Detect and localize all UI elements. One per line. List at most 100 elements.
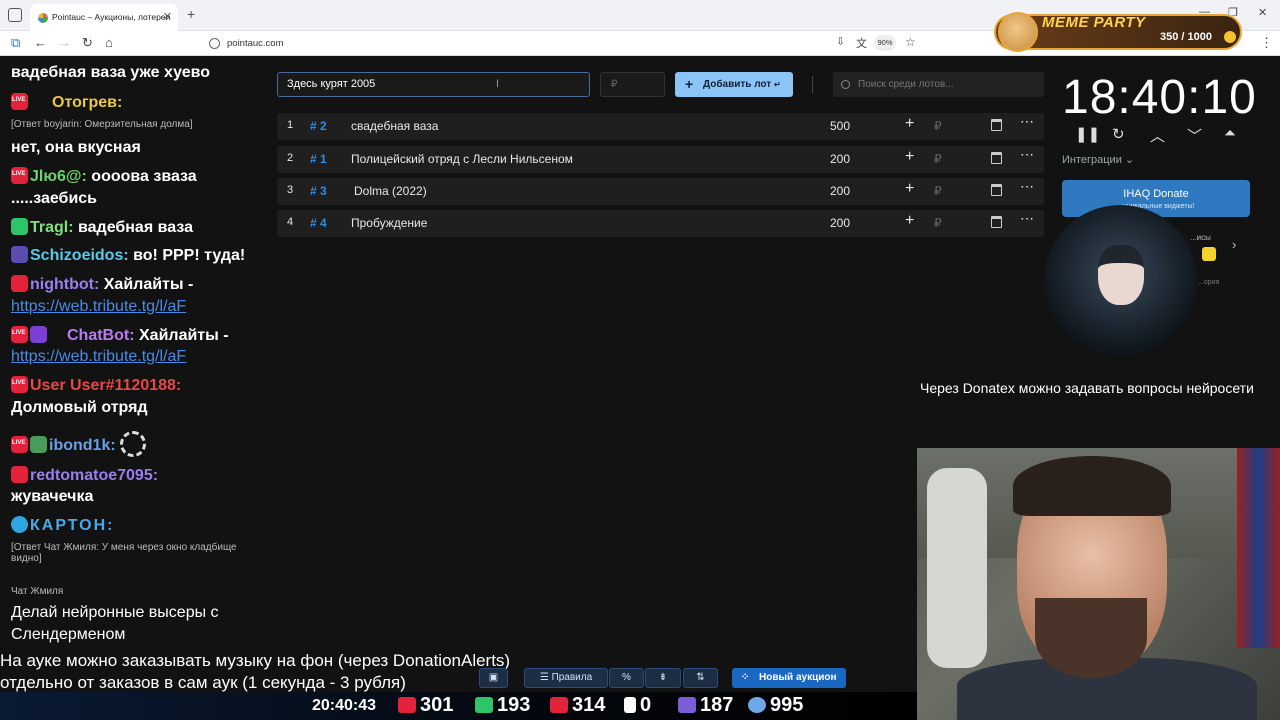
more-icon[interactable]: ⋯ <box>1020 146 1034 163</box>
close-window-icon[interactable]: ✕ <box>1258 6 1267 19</box>
chat-reply: [Ответ Чат Жмиля: У меня через окно клад… <box>11 542 237 564</box>
tab-actions-icon[interactable] <box>8 8 22 22</box>
chat-username: Jlю6@: <box>30 168 87 185</box>
chat-link[interactable]: https://web.tribute.tg/l/aF <box>11 298 186 316</box>
chevron-right-icon[interactable]: › <box>1232 237 1236 252</box>
viewers-count: 995 <box>770 694 804 716</box>
rules-button[interactable]: ☰ Правила <box>524 668 608 688</box>
chat-message: нет, она вкусная <box>11 139 141 156</box>
bot-badge-icon <box>30 326 47 343</box>
new-tab-icon[interactable]: + <box>187 6 195 22</box>
lot-search-input[interactable]: Поиск среди лотов... <box>833 72 1044 97</box>
home-icon[interactable]: ⌂ <box>105 35 113 50</box>
kick-icon <box>475 697 493 713</box>
zoom-level[interactable]: 90% <box>874 35 896 51</box>
lot-name[interactable]: Пробуждение <box>351 216 427 230</box>
lot-fast-id: # 2 <box>310 119 327 133</box>
currency-icon[interactable]: ₽ <box>934 119 942 133</box>
loading-emote-icon <box>120 431 147 457</box>
list-icon: ☰ <box>539 672 549 683</box>
more-icon[interactable]: ⋯ <box>1020 178 1034 195</box>
delete-icon[interactable] <box>991 184 1002 196</box>
donate-sub: ...уникальные виджеты! <box>1117 203 1195 210</box>
lot-amount: 200 <box>830 184 851 198</box>
lot-index: 2 <box>287 152 294 164</box>
reset-icon[interactable]: ↻ <box>1112 125 1125 143</box>
forward-icon[interactable]: → <box>58 35 71 50</box>
percent-icon[interactable]: % <box>609 668 644 688</box>
currency-icon[interactable]: ₽ <box>934 152 942 166</box>
double-chevron-up-icon[interactable]: ⏶ <box>1224 125 1236 142</box>
currency-icon[interactable]: ₽ <box>934 184 942 198</box>
menu-icon[interactable]: ⋮ <box>1260 35 1273 51</box>
translate-icon[interactable]: 文 <box>856 35 867 51</box>
lot-name-input[interactable]: Здесь курят 2005 I <box>277 72 590 97</box>
reload-icon[interactable]: ↻ <box>82 35 93 51</box>
integrations-label: Интеграции <box>1062 154 1122 166</box>
delete-icon[interactable] <box>991 152 1002 164</box>
lot-index: 4 <box>287 216 294 228</box>
lot-name[interactable]: свадебная ваза <box>351 119 438 133</box>
delete-icon[interactable] <box>991 119 1002 131</box>
stream-clock: 20:40:43 <box>312 697 377 714</box>
integration-history[interactable]: ...ория <box>1198 279 1219 286</box>
more-icon[interactable]: ⋯ <box>1020 210 1034 227</box>
webcam-feed <box>917 448 1280 720</box>
chevron-up-icon[interactable]: ︿ <box>1150 125 1165 146</box>
coin-icon <box>1224 31 1236 43</box>
avatar-face <box>1098 245 1144 305</box>
chat-reply: [Ответ boyjarin: Омерзительная долма] <box>11 119 193 130</box>
back-icon[interactable]: ← <box>34 35 47 50</box>
add-amount-icon[interactable]: + <box>905 212 914 230</box>
live-badge-icon <box>11 167 28 184</box>
vtuber-avatar <box>1044 205 1197 355</box>
webcam-beard <box>1035 598 1147 678</box>
lot-name[interactable]: Dolma (2022) <box>354 184 427 198</box>
grid-icon: ⁘ <box>741 672 750 683</box>
download-icon[interactable]: ⇩ <box>836 35 845 48</box>
sort-icon[interactable]: ⇅ <box>683 668 718 688</box>
chat-message: ооoова зваза <box>91 168 197 185</box>
viewers-icon <box>748 697 766 713</box>
youtube-icon <box>398 697 416 713</box>
new-auction-button[interactable]: ⁘ Новый аукцион <box>732 668 846 688</box>
lot-row: 2 # 1 Полицейский отряд с Лесли Нильсено… <box>277 146 1044 173</box>
auction-timer: 18:40:10 <box>1062 71 1257 124</box>
chevron-down-icon[interactable]: ﹀ <box>1187 125 1202 146</box>
lot-name[interactable]: Полицейский отряд с Лесли Нильсеном <box>351 152 573 166</box>
integrations-toggle[interactable]: Интеграции ⌄ <box>1062 153 1134 166</box>
split-icon[interactable]: ⇟ <box>645 668 681 688</box>
chat-message: .....заебись <box>11 190 98 207</box>
site-info-icon[interactable] <box>209 38 220 49</box>
more-icon[interactable]: ⋯ <box>1020 113 1034 130</box>
r-platform-count: 0 <box>640 694 652 716</box>
close-tab-icon[interactable]: ✕ <box>163 4 172 31</box>
sidebar-toggle-icon[interactable]: ⧉ <box>11 35 20 51</box>
live-badge-icon <box>11 436 28 453</box>
delete-icon[interactable] <box>991 216 1002 228</box>
browser-tab[interactable]: Pointauc – Аукционы, лотереи ✕ <box>30 4 178 31</box>
currency-icon[interactable]: ₽ <box>934 216 942 230</box>
vk-count: 314 <box>572 694 606 716</box>
add-lot-label: Добавить лот <box>703 79 772 90</box>
shortcut-icon: ↵ <box>773 80 781 89</box>
lot-fast-id: # 3 <box>310 184 327 198</box>
chat-link[interactable]: https://web.tribute.tg/l/aF <box>11 348 186 366</box>
new-auction-label: Новый аукцион <box>759 672 837 683</box>
add-lot-button[interactable]: + Добавить лот ↵ <box>675 72 793 97</box>
add-amount-icon[interactable]: + <box>905 180 914 198</box>
youtube-badge-icon <box>11 275 28 292</box>
chat-message: вадебная ваза уже хуево <box>11 64 211 81</box>
doge-icon <box>998 12 1038 52</box>
save-icon[interactable]: ▣ <box>479 668 508 688</box>
live-badge-icon <box>11 93 28 110</box>
chat-overlay: вадебная ваза уже хуево Отогрев: [Ответ … <box>0 56 272 706</box>
twitch-count: 187 <box>700 694 734 716</box>
add-amount-icon[interactable]: + <box>905 115 914 133</box>
add-amount-icon[interactable]: + <box>905 148 914 166</box>
pause-icon[interactable]: ❚❚ <box>1075 125 1100 143</box>
favorite-star-icon[interactable]: ☆ <box>905 35 916 49</box>
url-field[interactable]: pointauc.com <box>205 35 930 53</box>
lot-amount-input[interactable]: ₽ <box>600 72 665 97</box>
music-price-text: отдельно от заказов в сам аук (1 секунда… <box>0 673 406 692</box>
